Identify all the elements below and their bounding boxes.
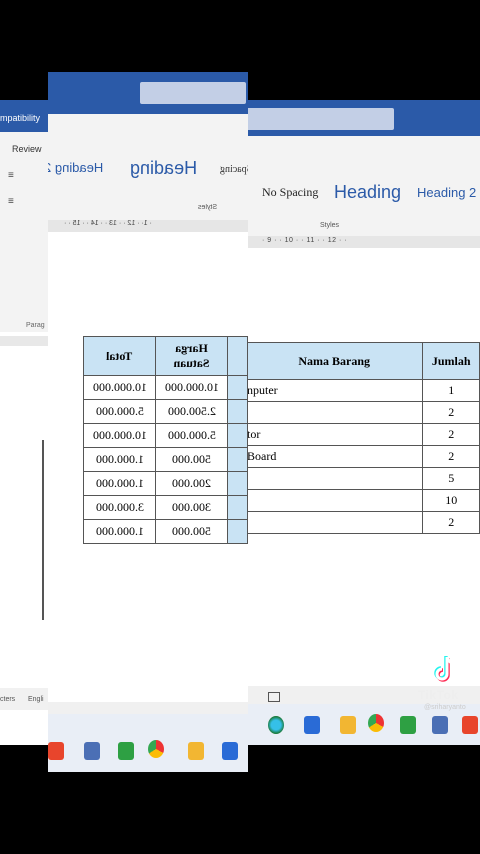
- table-row: 2: [241, 401, 480, 424]
- align-icon[interactable]: ≡: [8, 196, 14, 207]
- cell-name[interactable]: [241, 401, 424, 424]
- cell-qty[interactable]: 5: [422, 467, 480, 490]
- table-row: 2: [241, 511, 480, 534]
- table-row: 1.000.000 500.000: [82, 519, 248, 544]
- table-row: 10.000.000 10.000.000: [82, 375, 248, 400]
- style-heading-2[interactable]: Heading 2: [417, 172, 476, 212]
- status-characters: cters: [0, 696, 16, 703]
- cell-stub: [227, 399, 248, 424]
- items-table: Nama Barang Jumlah nputer 1 2 tor 2 Board 2…: [241, 342, 480, 534]
- calculator-icon[interactable]: [304, 716, 320, 734]
- cell-harga[interactable]: 500.000: [172, 452, 211, 467]
- cell-name[interactable]: [241, 489, 424, 512]
- cell-harga[interactable]: 5.000.000: [168, 428, 216, 443]
- cell-stub: [227, 423, 248, 448]
- ruler-numbers: · 1· · 12 · · 13 · · 14 · · 15 · ·: [64, 220, 152, 227]
- ruler-numbers: · 9 · · 10 · · 11 · · 12 · ·: [262, 237, 348, 244]
- style-heading[interactable]: Heading: [334, 172, 401, 212]
- cell-qty[interactable]: 2: [422, 511, 480, 534]
- table-row: nputer 1: [241, 379, 480, 402]
- table-edge: [42, 440, 44, 620]
- cell-name[interactable]: [241, 467, 424, 490]
- tiktok-brand: TikTok: [418, 688, 459, 702]
- chrome-icon[interactable]: [368, 714, 384, 732]
- cell-harga[interactable]: 500.000: [172, 524, 211, 539]
- search-box[interactable]: [140, 82, 246, 104]
- price-table-mirrored: Total Harga Satuan 10.000.000 10.000.000 …: [82, 336, 248, 544]
- cell-harga[interactable]: 2.500.000: [168, 404, 216, 419]
- table-row: Board 2: [241, 445, 480, 468]
- style-heading-mirrored[interactable]: Heading: [130, 158, 197, 179]
- header-total: Total: [106, 348, 133, 363]
- table-row: tor 2: [241, 423, 480, 446]
- app-icon[interactable]: [84, 742, 100, 760]
- table-row: 1.000.000 500.000: [82, 447, 248, 472]
- cell-name[interactable]: tor: [241, 423, 424, 446]
- chrome-icon[interactable]: [148, 740, 164, 758]
- cell-qty[interactable]: 1: [422, 379, 480, 402]
- cell-qty[interactable]: 10: [422, 489, 480, 512]
- styles-group-label: Styles: [198, 204, 218, 211]
- table-row: 5: [241, 467, 480, 490]
- paragraph-group-label: Parag: [26, 322, 45, 329]
- table-row: 5.000.000 2.500.000: [82, 399, 248, 424]
- folder-icon[interactable]: [188, 742, 204, 760]
- read-mode-icon[interactable]: [268, 692, 280, 702]
- cell-stub: [227, 471, 248, 496]
- table-row: 10: [241, 489, 480, 512]
- camtasia-icon[interactable]: [400, 716, 416, 734]
- cell-name[interactable]: [241, 511, 424, 534]
- cell-total[interactable]: 1.000.000: [96, 452, 144, 467]
- list-icon[interactable]: ≡: [8, 170, 14, 181]
- cell-harga[interactable]: 300.000: [172, 500, 211, 515]
- cell-harga[interactable]: 200.000: [172, 476, 211, 491]
- camtasia-icon[interactable]: [118, 742, 134, 760]
- cell-total[interactable]: 3.000.000: [96, 500, 144, 515]
- styles-group-label: Styles: [320, 222, 340, 229]
- table-row: 10.000.000 5.000.000: [82, 423, 248, 448]
- tiktok-username: @sriharyanto: [424, 704, 466, 711]
- cell-stub: [227, 495, 248, 520]
- folder-icon[interactable]: [340, 716, 356, 734]
- header-nama-barang: Nama Barang: [241, 342, 424, 380]
- search-box[interactable]: [246, 108, 394, 130]
- office-icon[interactable]: [48, 742, 64, 760]
- edge-icon[interactable]: [268, 716, 284, 734]
- tiktok-logo-icon: [434, 656, 456, 682]
- header-stub: [227, 336, 248, 376]
- calculator-icon[interactable]: [222, 742, 238, 760]
- cell-total[interactable]: 1.000.000: [96, 524, 144, 539]
- cell-total[interactable]: 5.000.000: [96, 404, 144, 419]
- cell-qty[interactable]: 2: [422, 445, 480, 468]
- cell-name[interactable]: Board: [241, 445, 424, 468]
- cell-stub: [227, 519, 248, 544]
- page-flip-window: Heading 2 Heading Spacing Styles · 1· · …: [48, 72, 248, 772]
- style-heading-2-mirrored[interactable]: Heading 2: [48, 160, 103, 175]
- cell-stub: [227, 447, 248, 472]
- cell-name[interactable]: nputer: [241, 379, 424, 402]
- tab-review[interactable]: Review: [12, 144, 42, 154]
- header-harga-satuan: Harga Satuan: [173, 341, 210, 370]
- table-row: 3.000.000 300.000: [82, 495, 248, 520]
- taskbar: [48, 714, 248, 772]
- cell-stub: [227, 375, 248, 400]
- cell-total[interactable]: 1.000.000: [96, 476, 144, 491]
- cell-qty[interactable]: 2: [422, 401, 480, 424]
- style-no-spacing[interactable]: No Spacing: [262, 172, 318, 212]
- compatibility-title: mpatibility: [0, 113, 41, 123]
- cell-harga[interactable]: 10.000.000: [165, 380, 219, 395]
- cell-total[interactable]: 10.000.000: [93, 380, 147, 395]
- style-spacing-mirrored[interactable]: Spacing: [220, 164, 248, 175]
- status-language[interactable]: Engli: [28, 696, 44, 703]
- status-bar: [48, 702, 248, 714]
- table-row: 1.000.000 200.000: [82, 471, 248, 496]
- cell-qty[interactable]: 2: [422, 423, 480, 446]
- cell-total[interactable]: 10.000.000: [93, 428, 147, 443]
- header-jumlah: Jumlah: [422, 342, 480, 380]
- office-icon[interactable]: [462, 716, 478, 734]
- app-icon[interactable]: [432, 716, 448, 734]
